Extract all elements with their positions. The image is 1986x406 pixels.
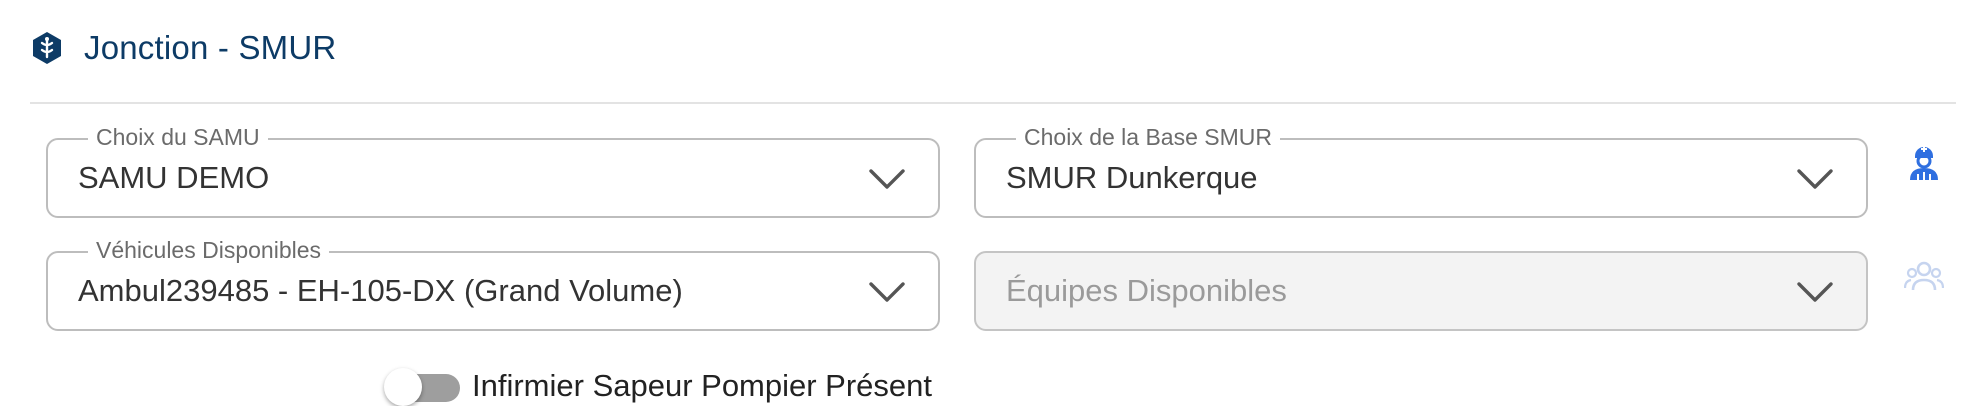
smur-hexagon-icon	[33, 32, 61, 64]
vehicles-select[interactable]: Véhicules Disponibles Ambul239485 - EH-1…	[46, 236, 940, 331]
section-title: Jonction - SMUR	[84, 29, 337, 66]
base-smur-select[interactable]: Choix de la Base SMUR SMUR Dunkerque	[974, 123, 1868, 218]
medical-staff-icon[interactable]	[1904, 142, 1944, 182]
chevron-down-icon[interactable]	[1796, 166, 1834, 192]
chevron-down-icon[interactable]	[868, 279, 906, 305]
firefighter-nurse-toggle[interactable]	[382, 366, 462, 406]
chevron-down-icon[interactable]	[868, 166, 906, 192]
vehicles-select-value: Ambul239485 - EH-105-DX (Grand Volume)	[78, 273, 683, 308]
teams-select: Équipes Disponibles	[974, 251, 1868, 331]
samu-select-value: SAMU DEMO	[78, 160, 270, 195]
toggle-knob[interactable]	[384, 368, 422, 406]
teams-select-placeholder: Équipes Disponibles	[1006, 273, 1287, 308]
chevron-down-icon	[1797, 282, 1833, 302]
base-smur-select-value: SMUR Dunkerque	[1006, 160, 1258, 195]
team-group-icon	[1904, 261, 1944, 291]
firefighter-nurse-toggle-label[interactable]: Infirmier Sapeur Pompier Présent	[472, 368, 932, 404]
header-divider	[30, 102, 1956, 104]
section-header: Jonction - SMUR	[30, 26, 336, 70]
firefighter-nurse-toggle-row: Infirmier Sapeur Pompier Présent	[382, 366, 932, 406]
samu-select[interactable]: Choix du SAMU SAMU DEMO	[46, 123, 940, 218]
smur-junction-panel: Jonction - SMUR Choix du SAMU SAMU DEMO …	[0, 0, 1986, 406]
